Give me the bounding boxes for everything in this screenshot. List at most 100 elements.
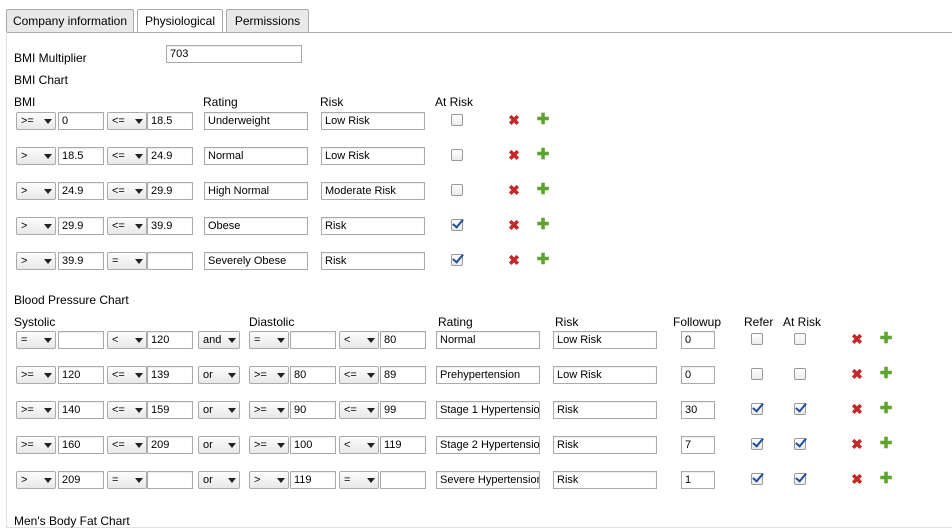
bp-systolic-value1-input[interactable]: 209	[58, 471, 104, 489]
bp-logic-select[interactable]: or	[198, 366, 240, 384]
add-plus-icon[interactable]: ✚	[879, 471, 893, 486]
bp-diastolic-value2-input[interactable]: 119	[380, 436, 426, 454]
bmi-risk-input[interactable]: Moderate Risk	[321, 182, 425, 200]
bmi-op1-select[interactable]: >	[16, 182, 56, 200]
bp-diastolic-value2-input[interactable]: 80	[380, 331, 426, 349]
delete-x-icon[interactable]: ✖	[507, 113, 521, 127]
bmi-value2-input[interactable]	[147, 252, 193, 270]
bmi-value2-input[interactable]: 18.5	[147, 112, 193, 130]
bmi-value1-input[interactable]: 24.9	[58, 182, 104, 200]
bp-followup-input[interactable]: 30	[681, 401, 715, 419]
bp-refer-checkbox[interactable]	[751, 403, 763, 415]
bp-systolic-value2-input[interactable]: 120	[147, 331, 193, 349]
bp-risk-input[interactable]: Risk	[553, 471, 657, 489]
add-plus-icon[interactable]: ✚	[879, 331, 893, 346]
bmi-rating-input[interactable]: Obese	[204, 217, 308, 235]
bp-followup-input[interactable]: 1	[681, 471, 715, 489]
bp-risk-input[interactable]: Low Risk	[553, 366, 657, 384]
bp-at-risk-checkbox[interactable]	[794, 368, 806, 380]
bmi-value2-input[interactable]: 29.9	[147, 182, 193, 200]
bmi-rating-input[interactable]: Severely Obese	[204, 252, 308, 270]
bp-diastolic-value2-input[interactable]	[380, 471, 426, 489]
bp-diastolic-op1-select[interactable]: >=	[249, 366, 289, 384]
delete-x-icon[interactable]: ✖	[850, 332, 864, 346]
bp-logic-select[interactable]: or	[198, 436, 240, 454]
bmi-op1-select[interactable]: >	[16, 217, 56, 235]
bmi-value1-input[interactable]: 0	[58, 112, 104, 130]
bmi-at-risk-checkbox[interactable]	[451, 114, 463, 126]
bp-diastolic-value1-input[interactable]: 90	[290, 401, 336, 419]
delete-x-icon[interactable]: ✖	[507, 183, 521, 197]
bmi-rating-input[interactable]: High Normal	[204, 182, 308, 200]
bmi-op2-select[interactable]: <=	[107, 112, 147, 130]
bp-systolic-op2-select[interactable]: <	[107, 331, 147, 349]
bp-rating-input[interactable]: Stage 1 Hypertension	[436, 401, 540, 419]
bmi-value1-input[interactable]: 39.9	[58, 252, 104, 270]
bp-refer-checkbox[interactable]	[751, 333, 763, 345]
bmi-at-risk-checkbox[interactable]	[451, 219, 463, 231]
bp-systolic-op2-select[interactable]: <=	[107, 401, 147, 419]
add-plus-icon[interactable]: ✚	[536, 182, 550, 197]
bmi-value1-input[interactable]: 18.5	[58, 147, 104, 165]
bmi-risk-input[interactable]: Risk	[321, 252, 425, 270]
bp-rating-input[interactable]: Prehypertension	[436, 366, 540, 384]
bp-diastolic-value2-input[interactable]: 99	[380, 401, 426, 419]
bp-at-risk-checkbox[interactable]	[794, 333, 806, 345]
bp-systolic-value2-input[interactable]: 139	[147, 366, 193, 384]
bp-systolic-value1-input[interactable]: 140	[58, 401, 104, 419]
bp-systolic-op1-select[interactable]: =	[16, 331, 56, 349]
bmi-rating-input[interactable]: Underweight	[204, 112, 308, 130]
bmi-op1-select[interactable]: >=	[16, 112, 56, 130]
bmi-risk-input[interactable]: Low Risk	[321, 112, 425, 130]
bp-diastolic-op1-select[interactable]: >	[249, 471, 289, 489]
delete-x-icon[interactable]: ✖	[850, 367, 864, 381]
bp-diastolic-op2-select[interactable]: <=	[339, 366, 379, 384]
bp-systolic-value1-input[interactable]: 120	[58, 366, 104, 384]
bp-diastolic-value1-input[interactable]: 119	[290, 471, 336, 489]
bp-systolic-value2-input[interactable]: 209	[147, 436, 193, 454]
bp-diastolic-value1-input[interactable]	[290, 331, 336, 349]
bmi-at-risk-checkbox[interactable]	[451, 184, 463, 196]
bmi-at-risk-checkbox[interactable]	[451, 254, 463, 266]
bmi-risk-input[interactable]: Risk	[321, 217, 425, 235]
bp-systolic-op1-select[interactable]: >=	[16, 401, 56, 419]
bp-systolic-value2-input[interactable]: 159	[147, 401, 193, 419]
bmi-op2-select[interactable]: <=	[107, 182, 147, 200]
bp-risk-input[interactable]: Risk	[553, 401, 657, 419]
delete-x-icon[interactable]: ✖	[507, 253, 521, 267]
bmi-value2-input[interactable]: 24.9	[147, 147, 193, 165]
bmi-op2-select[interactable]: <=	[107, 147, 147, 165]
tab-physiological[interactable]: Physiological	[137, 9, 223, 33]
bp-systolic-op1-select[interactable]: >=	[16, 366, 56, 384]
bp-at-risk-checkbox[interactable]	[794, 473, 806, 485]
bp-logic-select[interactable]: or	[198, 471, 240, 489]
delete-x-icon[interactable]: ✖	[507, 218, 521, 232]
bp-at-risk-checkbox[interactable]	[794, 403, 806, 415]
bp-followup-input[interactable]: 0	[681, 331, 715, 349]
bp-refer-checkbox[interactable]	[751, 438, 763, 450]
bp-refer-checkbox[interactable]	[751, 473, 763, 485]
delete-x-icon[interactable]: ✖	[850, 402, 864, 416]
add-plus-icon[interactable]: ✚	[879, 366, 893, 381]
bp-diastolic-op1-select[interactable]: >=	[249, 401, 289, 419]
tab-permissions[interactable]: Permissions	[226, 9, 309, 32]
bp-diastolic-op2-select[interactable]: <	[339, 331, 379, 349]
bmi-op2-select[interactable]: <=	[107, 217, 147, 235]
add-plus-icon[interactable]: ✚	[536, 217, 550, 232]
delete-x-icon[interactable]: ✖	[850, 437, 864, 451]
bp-rating-input[interactable]: Normal	[436, 331, 540, 349]
bmi-at-risk-checkbox[interactable]	[451, 149, 463, 161]
bp-diastolic-op1-select[interactable]: >=	[249, 436, 289, 454]
bmi-risk-input[interactable]: Low Risk	[321, 147, 425, 165]
add-plus-icon[interactable]: ✚	[536, 147, 550, 162]
add-plus-icon[interactable]: ✚	[879, 401, 893, 416]
add-plus-icon[interactable]: ✚	[536, 112, 550, 127]
bp-systolic-value1-input[interactable]	[58, 331, 104, 349]
bp-diastolic-op2-select[interactable]: =	[339, 471, 379, 489]
bp-rating-input[interactable]: Severe Hypertension	[436, 471, 540, 489]
bp-followup-input[interactable]: 7	[681, 436, 715, 454]
bp-followup-input[interactable]: 0	[681, 366, 715, 384]
bp-risk-input[interactable]: Risk	[553, 436, 657, 454]
bmi-op1-select[interactable]: >	[16, 147, 56, 165]
bp-logic-select[interactable]: and	[198, 331, 240, 349]
